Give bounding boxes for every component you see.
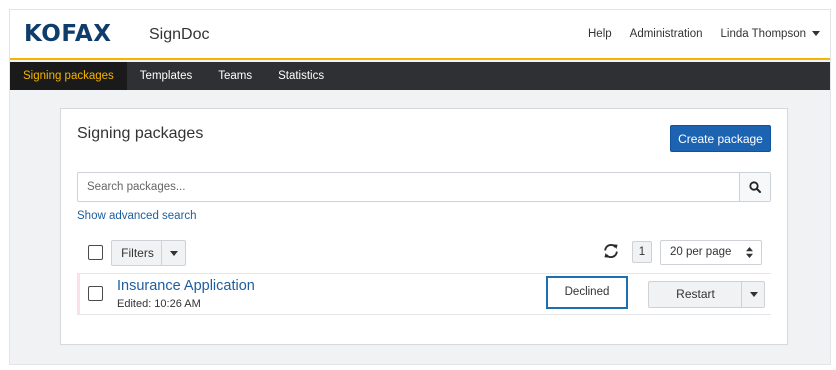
create-package-button[interactable]: Create package xyxy=(670,125,771,152)
user-name: Linda Thompson xyxy=(720,28,806,40)
main-nav: Signing packages Templates Teams Statist… xyxy=(10,62,830,90)
help-link[interactable]: Help xyxy=(588,28,612,40)
app-frame: KOFAX SignDoc Help Administration Linda … xyxy=(9,9,831,365)
advanced-search-link[interactable]: Show advanced search xyxy=(77,210,197,222)
nav-signing-packages[interactable]: Signing packages xyxy=(10,62,127,90)
app-name: SignDoc xyxy=(149,26,210,43)
header-links: Help Administration Linda Thompson xyxy=(588,28,820,40)
nav-templates[interactable]: Templates xyxy=(127,62,205,90)
search-icon xyxy=(749,181,761,193)
select-all-checkbox[interactable] xyxy=(88,245,103,260)
search-button[interactable] xyxy=(739,173,770,201)
restart-button[interactable]: Restart xyxy=(649,282,742,307)
per-page-value: 20 per page xyxy=(670,246,732,258)
restart-split-button: Restart xyxy=(648,281,765,308)
nav-teams[interactable]: Teams xyxy=(205,62,265,90)
kofax-logo[interactable]: KOFAX xyxy=(24,21,111,47)
package-row[interactable]: Insurance Application Edited: 10:26 AM D… xyxy=(77,273,771,315)
select-arrows-icon xyxy=(746,247,753,258)
status-badge: Declined xyxy=(546,276,628,309)
chevron-down-icon xyxy=(812,31,820,37)
filters-button[interactable]: Filters xyxy=(112,241,163,265)
nav-statistics[interactable]: Statistics xyxy=(265,62,337,90)
page-number-button[interactable]: 1 xyxy=(632,241,652,263)
chevron-down-icon xyxy=(750,292,758,297)
packages-card: Signing packages Create package Show adv… xyxy=(60,108,788,345)
administration-link[interactable]: Administration xyxy=(630,28,703,40)
package-edited-time: Edited: 10:26 AM xyxy=(117,298,201,310)
chevron-down-icon xyxy=(170,251,178,256)
search-box xyxy=(77,172,771,202)
row-checkbox[interactable] xyxy=(88,286,103,301)
per-page-select[interactable]: 20 per page xyxy=(660,240,762,265)
restart-options-toggle[interactable] xyxy=(741,282,764,307)
search-input[interactable] xyxy=(78,173,739,201)
top-header: KOFAX SignDoc Help Administration Linda … xyxy=(10,10,830,60)
page-title: Signing packages xyxy=(77,125,204,142)
filters-dropdown: Filters xyxy=(111,240,186,266)
filters-toggle[interactable] xyxy=(161,241,185,265)
package-title-link[interactable]: Insurance Application xyxy=(117,278,255,294)
user-menu[interactable]: Linda Thompson xyxy=(721,28,820,40)
refresh-icon[interactable] xyxy=(602,242,620,260)
